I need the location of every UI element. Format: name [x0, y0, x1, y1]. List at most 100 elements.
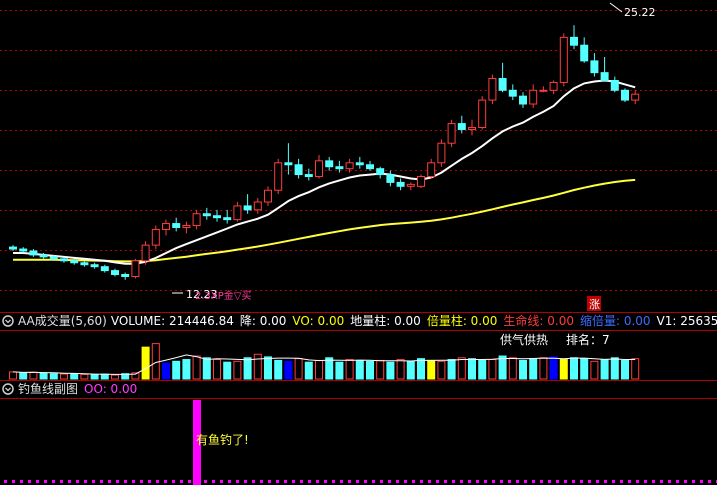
volume-bar — [315, 359, 323, 380]
fishing-line-pane[interactable]: 有鱼钓了! 钓鱼线副图 OO: 0.00 — [0, 380, 717, 485]
volume-bar — [539, 357, 548, 380]
candle — [264, 186, 272, 206]
baseline-dot — [204, 480, 207, 483]
candle — [131, 258, 140, 279]
baseline-dot — [196, 480, 199, 483]
baseline-dot — [228, 480, 231, 483]
volume-bar — [253, 353, 262, 380]
fish-signal-label: 有鱼钓了! — [196, 433, 249, 447]
volume-bar — [519, 359, 527, 380]
baseline-dot — [268, 480, 271, 483]
baseline-dot — [540, 480, 543, 483]
baseline-dot — [164, 480, 167, 483]
candle — [325, 156, 334, 171]
volume-bar — [9, 371, 17, 380]
volume-bar — [192, 355, 201, 380]
volume-bar — [488, 359, 497, 380]
candle — [172, 217, 181, 232]
candle — [519, 92, 527, 108]
volume-bar — [417, 358, 425, 380]
candle — [529, 84, 538, 108]
baseline-dot — [564, 480, 567, 483]
baseline-dot — [436, 480, 439, 483]
volume-bar — [386, 361, 395, 380]
volume-bar — [345, 359, 354, 380]
volume-indicator-title: AA成交量(5,60) — [18, 314, 107, 328]
baseline-dot — [108, 480, 111, 483]
baseline-dot — [60, 480, 63, 483]
candle — [539, 86, 548, 93]
baseline-dot — [444, 480, 447, 483]
baseline-dot — [68, 480, 71, 483]
gear-icon[interactable] — [2, 383, 14, 395]
baseline-dot — [76, 480, 79, 483]
volume-bar — [233, 360, 242, 380]
candle — [478, 96, 487, 130]
volume-field: 地量柱: 0.00 — [350, 314, 421, 328]
candle — [631, 90, 640, 104]
candle — [121, 272, 130, 280]
baseline-dot — [172, 480, 175, 483]
baseline-dot — [412, 480, 415, 483]
volume-bar — [202, 357, 211, 380]
fishing-line-header: 钓鱼线副图 OO: 0.00 — [0, 380, 717, 398]
candle — [90, 262, 99, 269]
volume-field: VO: 0.00 — [292, 314, 345, 328]
volume-fields: VOLUME: 214446.84 降: 0.00 VO: 0.00 地量柱: 0.0… — [111, 314, 717, 328]
baseline-dot — [92, 480, 95, 483]
candle — [427, 158, 436, 179]
fishing-line-title: 钓鱼线副图 — [18, 382, 79, 396]
baseline-dot — [644, 480, 647, 483]
volume-bar — [90, 374, 99, 380]
volume-field: 倍量柱: 0.00 — [426, 314, 498, 328]
candle — [151, 225, 160, 250]
buy-signal-label: 2.3XP金▽买 — [195, 289, 251, 302]
baseline-dot — [180, 480, 183, 483]
candlestick-chart-pane[interactable]: 25.22 12.23 2.3XP金▽买 涨 — [0, 0, 717, 312]
volume-pane[interactable]: 供气供热 排名：7 AA成交量(5,60) VOLUME: 214446.84 降:… — [0, 312, 717, 380]
ma-short-path — [13, 79, 636, 265]
candle — [386, 170, 395, 187]
baseline-dot — [508, 480, 511, 483]
candle — [559, 33, 568, 87]
baseline-dot — [652, 480, 655, 483]
gear-icon[interactable] — [2, 315, 14, 327]
candle — [182, 221, 191, 234]
rank-label: 排名：7 — [566, 332, 610, 347]
volume-bar — [406, 360, 415, 380]
baseline-dot — [420, 480, 423, 483]
baseline-dot — [660, 480, 663, 483]
volume-field: VOLUME: 214446.84 — [110, 314, 234, 328]
baseline-dot — [316, 480, 319, 483]
baseline-dot — [132, 480, 135, 483]
baseline-dot — [548, 480, 551, 483]
volume-bar — [437, 360, 446, 380]
volume-field: 降: 0.00 — [239, 314, 287, 328]
baseline-dot — [212, 480, 215, 483]
candle — [457, 115, 466, 134]
baseline-dot — [380, 480, 383, 483]
candle — [570, 25, 578, 50]
baseline-dot — [468, 480, 471, 483]
baseline-dot — [524, 480, 527, 483]
baseline-dot — [500, 480, 503, 483]
candlestick-chart[interactable]: 25.22 12.23 2.3XP金▽买 涨 — [0, 0, 717, 312]
candle — [111, 268, 119, 277]
candle — [366, 160, 374, 171]
baseline-dot — [492, 480, 495, 483]
candle — [274, 158, 283, 195]
volume-bar — [529, 358, 538, 380]
volume-bar — [631, 358, 640, 380]
baseline-dot — [4, 480, 7, 483]
baseline-dot — [156, 480, 159, 483]
volume-bar — [335, 361, 344, 380]
baseline-dot — [628, 480, 631, 483]
volume-field: 缩倍量: 0.00 — [579, 314, 651, 328]
baseline-dot — [116, 480, 119, 483]
candle — [345, 158, 354, 173]
ma-long-line — [13, 178, 636, 263]
baseline-dot — [12, 480, 15, 483]
baseline-dot — [252, 480, 255, 483]
baseline-dot — [340, 480, 343, 483]
baseline-dot — [124, 480, 127, 483]
